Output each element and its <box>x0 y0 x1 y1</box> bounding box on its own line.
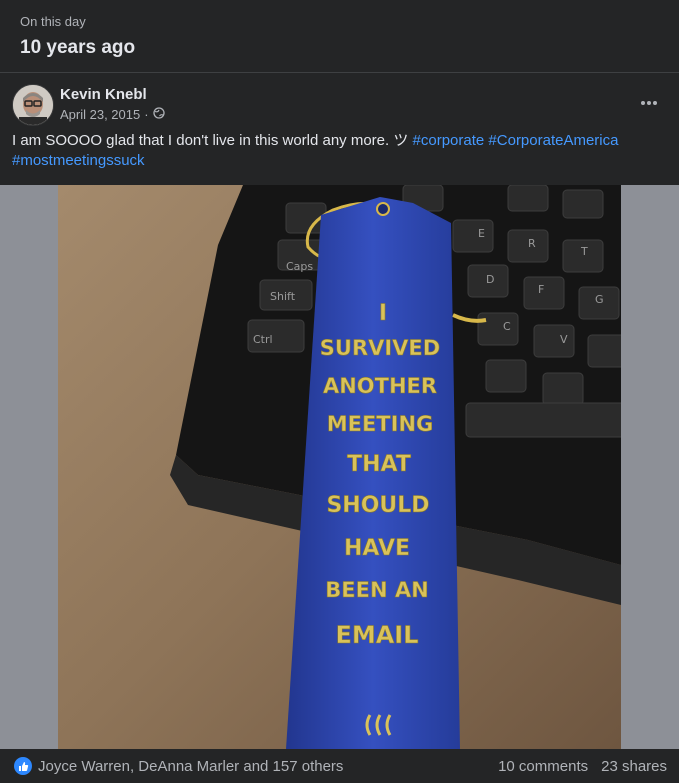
hashtag-corporate[interactable]: #corporate <box>413 132 485 149</box>
memory-eyebrow: On this day <box>20 14 86 29</box>
reactions-text[interactable]: Joyce Warren, DeAnna Marler and 157 othe… <box>38 758 343 775</box>
hashtag-mostmeetingssuck[interactable]: #mostmeetingssuck <box>12 152 145 169</box>
post-meta: April 23, 2015 · <box>60 107 165 122</box>
svg-text:D: D <box>486 273 494 286</box>
svg-text:V: V <box>560 333 568 346</box>
ribbon-line-7: HAVE <box>344 536 410 561</box>
post-footer: Joyce Warren, DeAnna Marler and 157 othe… <box>0 749 679 783</box>
comments-count[interactable]: 10 comments <box>498 758 588 775</box>
like-icon[interactable] <box>14 757 32 775</box>
hashtag-corporate-america[interactable]: #CorporateAmerica <box>488 132 618 149</box>
svg-text:R: R <box>528 237 536 250</box>
svg-text:T: T <box>580 245 588 258</box>
svg-text:G: G <box>595 293 604 306</box>
ribbon-line-5: THAT <box>347 452 411 477</box>
ribbon-line-4: MEETING <box>327 412 434 436</box>
post-body: I am SOOOO glad that I don't live in thi… <box>12 132 413 149</box>
ribbon-line-8: BEEN AN <box>325 578 428 602</box>
post-photo-frame[interactable]: E R T D F G C V Caps Shift Ctrl I SURVIV… <box>0 185 679 749</box>
author-name[interactable]: Kevin Knebl <box>60 86 147 103</box>
more-options-icon[interactable] <box>631 89 667 117</box>
ribbon-line-1: I <box>379 301 387 326</box>
engagement-stats: 10 comments 23 shares <box>498 758 667 775</box>
ribbon-line-3: ANOTHER <box>323 374 437 398</box>
shares-count[interactable]: 23 shares <box>601 758 667 775</box>
ribbon-line-6: SHOULD <box>326 493 429 518</box>
ribbon-photo-illustration: E R T D F G C V Caps Shift Ctrl I SURVIV… <box>58 185 621 749</box>
svg-text:E: E <box>478 227 485 240</box>
ribbon-line-9: EMAIL <box>335 621 418 649</box>
svg-text:Ctrl: Ctrl <box>253 333 273 346</box>
memory-title: 10 years ago <box>20 37 136 58</box>
globe-icon <box>152 107 165 122</box>
meta-separator: · <box>144 107 149 122</box>
avatar[interactable] <box>12 84 54 126</box>
svg-text:F: F <box>538 283 544 296</box>
svg-text:C: C <box>503 320 511 333</box>
post-date[interactable]: April 23, 2015 <box>60 107 140 122</box>
post-photo[interactable]: E R T D F G C V Caps Shift Ctrl I SURVIV… <box>58 185 621 749</box>
post-text: I am SOOOO glad that I don't live in thi… <box>0 125 679 172</box>
ribbon-line-2: SURVIVED <box>320 336 440 360</box>
svg-text:Shift: Shift <box>270 290 296 303</box>
memory-header: On this day 10 years ago <box>0 0 679 72</box>
svg-text:Caps: Caps <box>286 260 313 273</box>
post-header: Kevin Knebl April 23, 2015 · <box>0 73 679 126</box>
post-card: Kevin Knebl April 23, 2015 · I am SOOOO … <box>0 73 679 172</box>
